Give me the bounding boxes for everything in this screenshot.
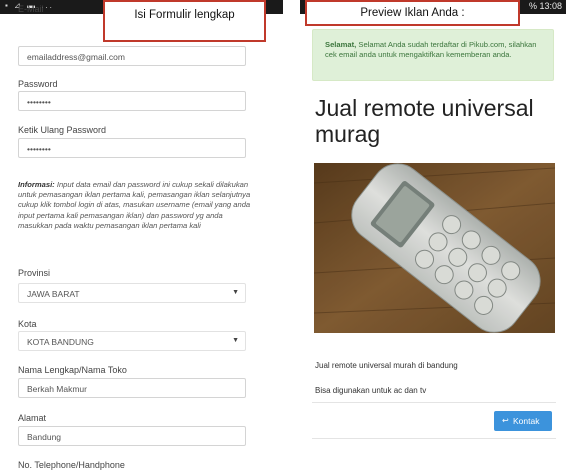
chevron-down-icon: ▼ — [232, 289, 239, 296]
telepon-label: No. Telephone/Handphone — [18, 460, 125, 470]
confirm-password-field[interactable]: •••••••• — [18, 138, 246, 158]
nama-label: Nama Lengkap/Nama Toko — [18, 365, 127, 375]
password-field[interactable]: •••••••• — [18, 91, 246, 111]
preview-callout: Preview Iklan Anda : — [305, 0, 520, 26]
status-clock: % 13:08 — [528, 1, 562, 11]
ad-title: Jual remote universal murag — [315, 95, 534, 147]
confirm-password-value: •••••••• — [27, 144, 51, 154]
password-value: •••••••• — [27, 97, 51, 107]
provinsi-label: Provinsi — [18, 268, 51, 278]
success-alert-text: Selamat, Selamat Anda sudah terdaftar di… — [325, 40, 545, 60]
password-label: Password — [18, 79, 58, 89]
alamat-value: Bandung — [27, 432, 62, 442]
divider-line — [312, 438, 556, 439]
nama-value: Berkah Makmur — [27, 384, 87, 394]
panel-divider — [283, 0, 288, 470]
info-title: Informasi: — [18, 180, 55, 189]
reply-icon: ↩ — [502, 416, 509, 425]
form-callout: Isi Formulir lengkap — [103, 0, 266, 42]
ad-photo[interactable] — [314, 163, 555, 333]
kota-label: Kota — [18, 319, 37, 329]
contact-button-label: Kontak — [513, 416, 540, 426]
confirm-password-label: Ketik Ulang Password — [18, 125, 107, 135]
alamat-label: Alamat — [18, 413, 47, 423]
email-value: emailaddress@gmail.com — [27, 52, 125, 62]
provinsi-select[interactable]: JAWA BARAT ▼ — [18, 283, 246, 303]
preview-callout-text: Preview Iklan Anda : — [360, 7, 465, 19]
alamat-field[interactable]: Bandung — [18, 426, 246, 446]
form-callout-text: Isi Formulir lengkap — [134, 9, 235, 21]
email-label: E-Mail — [18, 4, 44, 14]
ad-description: Jual remote universal murah di bandung — [315, 361, 458, 370]
alert-strong: Selamat, — [325, 40, 357, 49]
info-note: Informasi: Input data email dan password… — [18, 180, 254, 231]
kota-select[interactable]: KOTA BANDUNG ▼ — [18, 331, 246, 351]
email-field[interactable]: emailaddress@gmail.com — [18, 46, 246, 66]
success-alert: Selamat, Selamat Anda sudah terdaftar di… — [312, 29, 554, 81]
kota-value: KOTA BANDUNG — [27, 337, 94, 347]
remote-photo-image — [314, 163, 555, 333]
registration-form-panel: ▪ ⊿ ▬ ... E-Mail emailaddress@gmail.com … — [0, 0, 283, 470]
divider-line — [312, 402, 556, 403]
ad-preview-panel: % 13:08 Preview Iklan Anda : Selamat, Se… — [300, 0, 566, 470]
chevron-down-icon: ▼ — [232, 337, 239, 344]
contact-button[interactable]: ↩ Kontak — [494, 411, 552, 431]
nama-field[interactable]: Berkah Makmur — [18, 378, 246, 398]
ad-detail: Bisa digunakan untuk ac dan tv — [315, 386, 427, 395]
provinsi-value: JAWA BARAT — [27, 289, 80, 299]
alert-message: Selamat Anda sudah terdaftar di Pikub.co… — [325, 40, 537, 59]
